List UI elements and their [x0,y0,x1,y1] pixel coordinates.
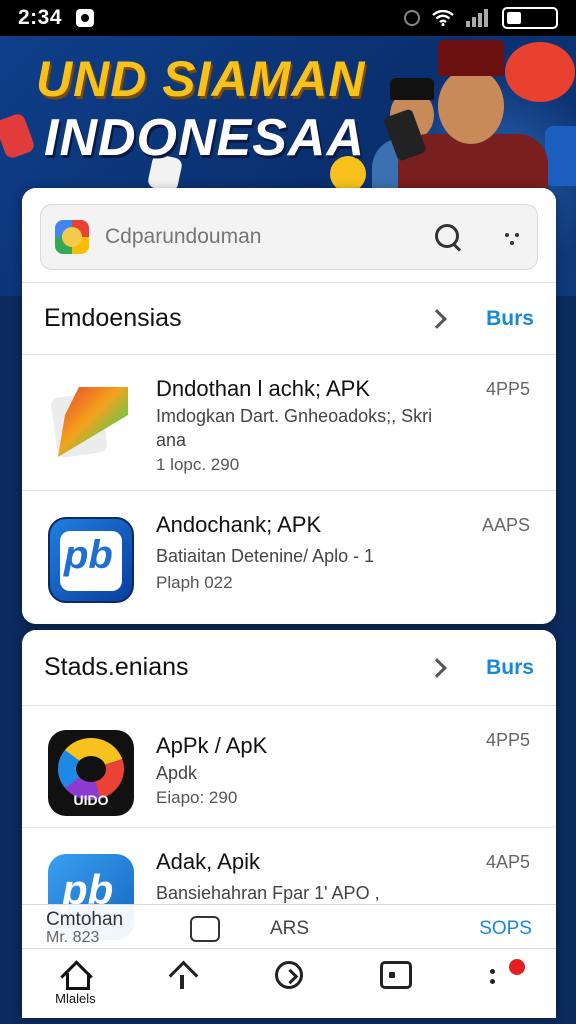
section-header[interactable]: Emdoensias Burs [22,283,556,355]
app-meta: 1 lopc. 290 [156,455,240,474]
mini-bar-item[interactable]: ARS [270,918,309,940]
section-title: Emdoensias [44,304,182,332]
app-name: Andochank; APK [156,512,322,537]
banner-title-line2: INDONESAA [44,109,366,167]
nav-explore[interactable] [236,949,343,989]
app-tag: 4PP5 [485,379,530,399]
app-description: Batiaitan Detenine/ Aplo - 1 [156,546,375,566]
chevron-right-icon[interactable] [427,657,448,678]
wifi-icon [432,10,454,26]
bottom-navigation: Mlalels [22,948,556,1018]
app-description: Imdogkan Dart. Gnheoadoks;, Skri [156,406,433,426]
nav-more[interactable] [449,949,556,991]
app-list-item[interactable]: UIDO ApPk / ApK Apdk Eiapo: 290 4PP5 [22,706,556,828]
app-tag: AAPS [481,515,530,535]
notification-dot [509,959,526,975]
section-title: Stads.enians [44,653,189,681]
decor-shape [545,126,576,186]
store-logo-icon [55,220,89,254]
chevron-right-icon[interactable] [427,308,448,329]
section-header[interactable]: Stads.enians Burs [22,630,556,706]
mini-action-bar: Cmtohan Mr. 823 ARS SOPS [22,904,556,952]
app-description-line2: ana [156,430,187,450]
decor-shape [0,112,36,160]
app-tag: 4AP5 [485,852,530,872]
pb-app-icon: pb XBST [48,517,134,603]
more-options-icon[interactable] [503,227,523,247]
search-area [22,188,556,283]
battery-icon [502,7,558,29]
decor-badge [505,42,575,102]
status-bar: 2:34 [0,0,576,36]
alarm-icon [404,10,420,26]
app-name: ApPk / ApK [156,733,268,758]
a-app-icon: UIDO [48,730,134,816]
compass-icon [274,961,303,989]
status-icons [404,7,558,29]
app-description: Bansiehahran Fpar 1' APO , [156,883,380,903]
app-name: Adak, Apik [156,849,260,874]
mini-bar-item[interactable]: Cmtohan Mr. 823 [46,908,166,947]
signal-icon [466,9,490,27]
mini-bar-label: Cmtohan [46,908,124,930]
app-list-item[interactable]: Dndothan l achk; APK Imdogkan Dart. Gnhe… [22,355,556,491]
store-icon [167,961,197,991]
main-card: Emdoensias Burs Dndothan l achk; APK Imd… [22,188,556,624]
nav-home-label: Mlalels [55,991,96,1006]
app-icon-label: UIDO [73,792,109,808]
search-icon[interactable] [433,222,463,252]
app-meta: Plaph 022 [156,573,233,592]
nav-apps[interactable] [129,949,236,991]
nav-library[interactable] [342,949,449,989]
app-description: Apdk [156,763,198,783]
section-see-all-link[interactable]: Burs [486,656,534,680]
mini-bar-sublabel: Mr. 823 [46,928,100,946]
search-bar[interactable] [40,204,538,270]
mini-bar-link[interactable]: SOPS [479,918,532,940]
notification-icon [76,9,95,27]
app-meta: Eiapo: 290 [156,788,238,807]
fold-app-icon [48,381,134,467]
app-tag: 4PP5 [485,730,530,750]
app-icon-label: XBST [86,581,113,592]
search-input[interactable] [105,225,433,249]
status-time: 2:34 [18,6,63,29]
library-icon [379,961,412,989]
app-name: Dndothan l achk; APK [156,376,371,401]
banner-title-line1: UND SIAMAN [36,51,366,107]
app-list-item[interactable]: pb XBST Andochank; APK Batiaitan Detenin… [22,491,556,624]
nav-home[interactable]: Mlalels [22,949,129,1006]
home-icon [60,961,91,990]
section-see-all-link[interactable]: Burs [486,307,534,331]
puzzle-icon[interactable] [190,915,220,942]
